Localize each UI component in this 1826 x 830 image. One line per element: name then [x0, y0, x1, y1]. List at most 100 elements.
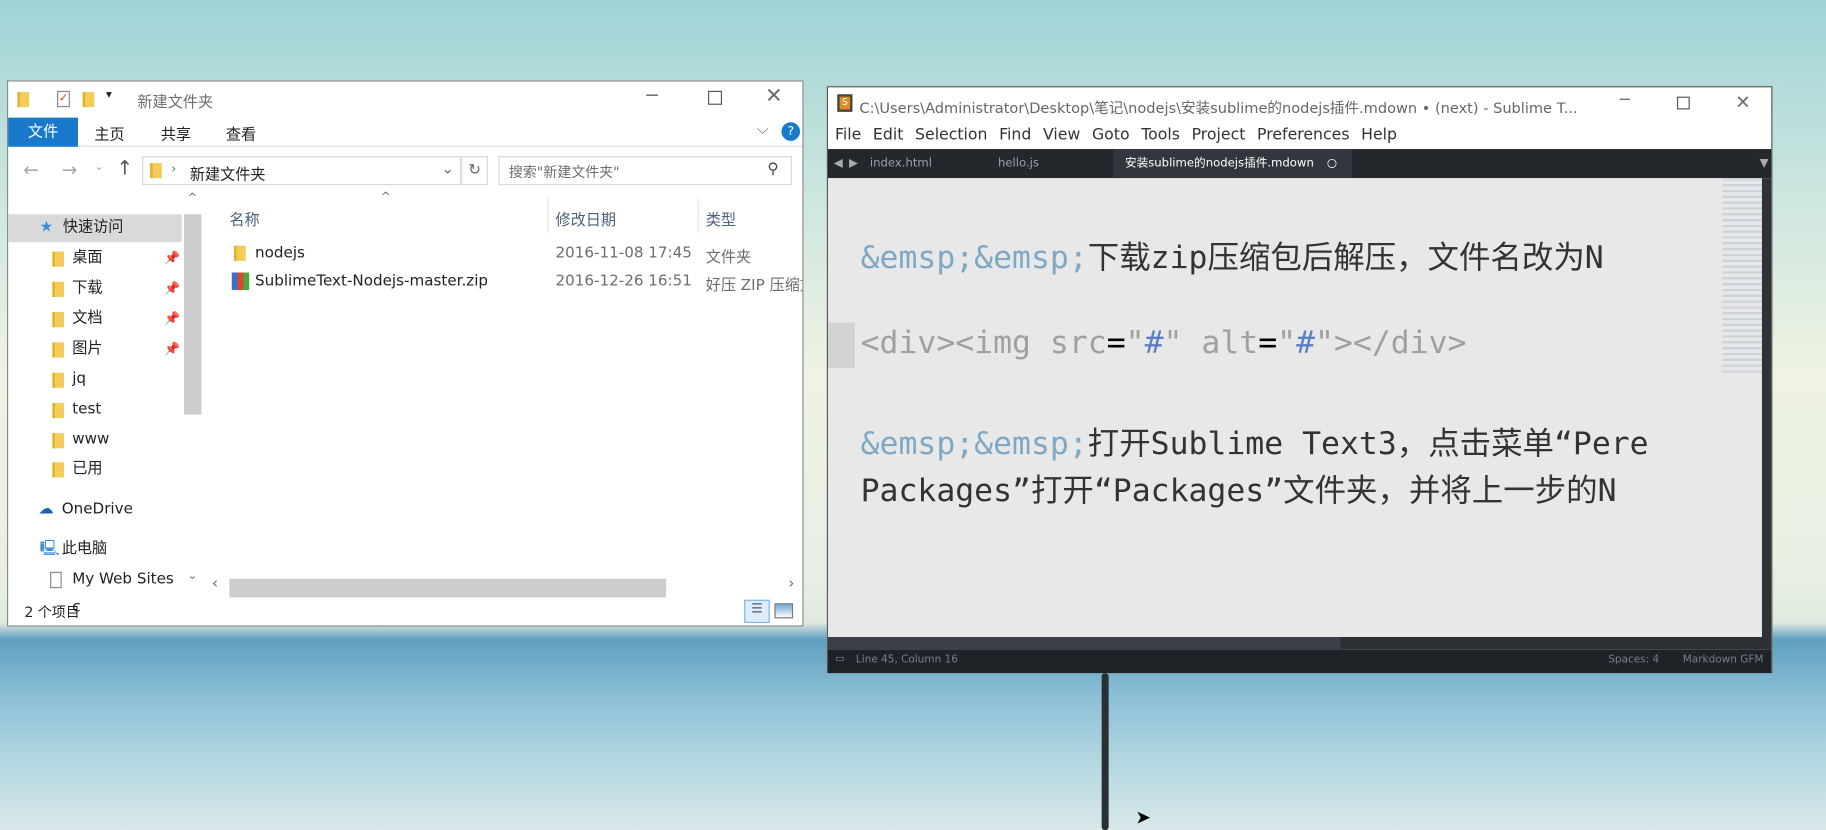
pin-icon[interactable]: 📌 [164, 305, 180, 333]
column-divider[interactable] [547, 197, 549, 233]
nav-jq[interactable]: jq [8, 366, 183, 394]
new-folder-icon[interactable] [82, 91, 95, 108]
quote: " [1315, 324, 1334, 362]
scroll-up-icon[interactable]: ^ [187, 192, 197, 205]
maximize-button[interactable] [1676, 96, 1690, 110]
desktop: ✓ ▾ 新建文件夹 ─ ✕ 文件 主页 共享 查看 ⌵ ? ← → ⌄ ↑ › … [0, 0, 1826, 830]
tab-share[interactable]: 共享 [161, 122, 191, 144]
syntax[interactable]: Markdown GFM [1683, 654, 1764, 666]
quote: " [1277, 324, 1297, 362]
expand-ribbon-chevron-icon[interactable]: ⌵ [757, 121, 768, 138]
tab-view[interactable]: 查看 [226, 122, 256, 144]
window-title: C:\Users\Administrator\Desktop\笔记\nodejs… [859, 98, 1578, 117]
menu-find[interactable]: Find [999, 126, 1031, 145]
nav-www[interactable]: www [8, 426, 183, 454]
menu-help[interactable]: Help [1361, 126, 1397, 145]
pin-icon[interactable]: 📌 [164, 275, 180, 303]
file-list: ^ 名称 修改日期 类型 nodejs 2016-11-08 17:45 文件夹… [208, 191, 802, 599]
menu-preferences[interactable]: Preferences [1257, 126, 1349, 145]
text: Packages”打开“Packages”文件夹，并将上一步的N [860, 472, 1617, 509]
scroll-down-icon[interactable]: ⌄ [187, 569, 197, 582]
nav-downloads[interactable]: 下载 📌 [8, 275, 183, 303]
nav-desktop[interactable]: 桌面 📌 [8, 245, 183, 273]
tab-index-html[interactable]: index.html [870, 149, 932, 178]
vertical-scrollbar[interactable] [1761, 178, 1772, 638]
menu-goto[interactable]: Goto [1092, 126, 1130, 145]
details-view-icon[interactable]: ☰ [744, 599, 770, 624]
nav-used[interactable]: 已用 [8, 455, 183, 483]
column-date[interactable]: 修改日期 [555, 207, 616, 229]
up-icon[interactable]: ↑ [116, 157, 133, 180]
menu-selection[interactable]: Selection [915, 126, 987, 145]
nav-pictures[interactable]: 图片 📌 [8, 335, 183, 363]
minimize-button[interactable]: ─ [646, 84, 657, 106]
address-bar[interactable]: › 新建文件夹 ⌄ [142, 156, 462, 186]
text: 下载zip压缩包后解压，文件名改为N [1087, 239, 1604, 276]
tab-active-mdown[interactable]: 安装sublime的nodejs插件.mdown ○ [1113, 149, 1353, 179]
address-dropdown-icon[interactable]: ⌄ [441, 161, 454, 178]
minimap[interactable] [1722, 178, 1762, 377]
customize-toolbar-icon[interactable]: ▾ [106, 89, 112, 102]
tab-scroll-right-icon[interactable]: ▶ [849, 149, 858, 178]
status-bar: ▭ Line 45, Column 16 Spaces: 4 Markdown … [827, 649, 1772, 674]
file-row[interactable]: nodejs 2016-11-08 17:45 文件夹 [208, 241, 802, 267]
scroll-left-icon[interactable]: ‹ [212, 575, 218, 592]
nav-label: www [72, 430, 110, 449]
tab-hello-js[interactable]: hello.js [998, 149, 1039, 178]
large-icons-view-icon[interactable] [774, 603, 794, 619]
unsaved-dot-icon[interactable]: ○ [1327, 157, 1337, 170]
search-icon: ⚲ [767, 160, 779, 179]
nav-onedrive[interactable]: ☁ OneDrive [8, 496, 183, 524]
window-title: 新建文件夹 [137, 94, 214, 112]
menu-file[interactable]: File [835, 126, 861, 145]
tab-home[interactable]: 主页 [94, 122, 124, 144]
nav-this-pc[interactable]: 🖳 此电脑 [8, 536, 183, 564]
column-name[interactable]: 名称 [229, 207, 259, 229]
back-icon[interactable]: ← [23, 158, 39, 180]
minimize-button[interactable]: ─ [1620, 91, 1630, 110]
title-bar: S C:\Users\Administrator\Desktop\笔记\node… [828, 87, 1771, 121]
cloud-icon: ☁ [38, 500, 54, 519]
file-explorer-window: ✓ ▾ 新建文件夹 ─ ✕ 文件 主页 共享 查看 ⌵ ? ← → ⌄ ↑ › … [6, 80, 804, 627]
forward-icon[interactable]: → [62, 158, 78, 180]
close-button[interactable]: ✕ [1735, 91, 1751, 113]
horizontal-scrollbar[interactable] [827, 637, 1772, 650]
pin-icon[interactable]: 📌 [164, 245, 180, 273]
refresh-icon[interactable]: ↻ [461, 156, 488, 186]
recent-locations-icon[interactable]: ⌄ [94, 161, 104, 174]
tab-scroll-left-icon[interactable]: ◀ [834, 149, 843, 178]
status-item-count: 2 个项目 [24, 604, 80, 621]
column-divider[interactable] [697, 197, 699, 233]
scroll-right-icon[interactable]: › [788, 575, 794, 592]
column-type[interactable]: 类型 [706, 207, 736, 229]
pin-icon[interactable]: 📌 [164, 335, 180, 363]
file-row[interactable]: SublimeText-Nodejs-master.zip 2016-12-26… [208, 269, 802, 295]
maximize-button[interactable] [708, 90, 723, 105]
menu-edit[interactable]: Edit [873, 126, 903, 145]
nav-scrollbar-thumb[interactable] [183, 214, 202, 415]
tag: ></div> [1333, 324, 1467, 362]
editor-area[interactable]: &emsp;&emsp;下载zip压缩包后解压，文件名改为N <div><img… [827, 178, 1762, 638]
nav-my-web-sites[interactable]: My Web Sites c [8, 566, 183, 616]
properties-icon[interactable]: ✓ [57, 90, 70, 108]
indentation[interactable]: Spaces: 4 [1608, 654, 1659, 666]
breadcrumb-separator-icon: › [171, 160, 177, 176]
tab-file[interactable]: 文件 [8, 117, 79, 147]
computer-icon: 🖳 [39, 540, 60, 558]
nav-documents[interactable]: 文档 📌 [8, 305, 183, 333]
nav-test[interactable]: test [8, 396, 183, 424]
code-line: &emsp;&emsp;下载zip压缩包后解压，文件名改为N [861, 232, 1604, 277]
folder-icon [150, 163, 162, 179]
panel-toggle-icon[interactable]: ▭ [835, 653, 845, 665]
menu-project[interactable]: Project [1192, 126, 1246, 145]
address-row: ← → ⌄ ↑ › 新建文件夹 ⌄ ↻ 搜索"新建文件夹" ⚲ [8, 155, 802, 186]
tab-list-dropdown-icon[interactable]: ▼ [1760, 149, 1769, 178]
scrollbar-thumb[interactable] [827, 637, 1341, 650]
nav-quick-access[interactable]: ★ 快速访问 [8, 214, 182, 243]
search-input[interactable]: 搜索"新建文件夹" ⚲ [498, 156, 792, 186]
menu-tools[interactable]: Tools [1141, 126, 1180, 145]
close-button[interactable]: ✕ [765, 84, 783, 108]
help-icon[interactable]: ? [781, 122, 801, 141]
menu-view[interactable]: View [1043, 126, 1080, 145]
horizontal-scrollbar-thumb[interactable] [229, 578, 667, 598]
